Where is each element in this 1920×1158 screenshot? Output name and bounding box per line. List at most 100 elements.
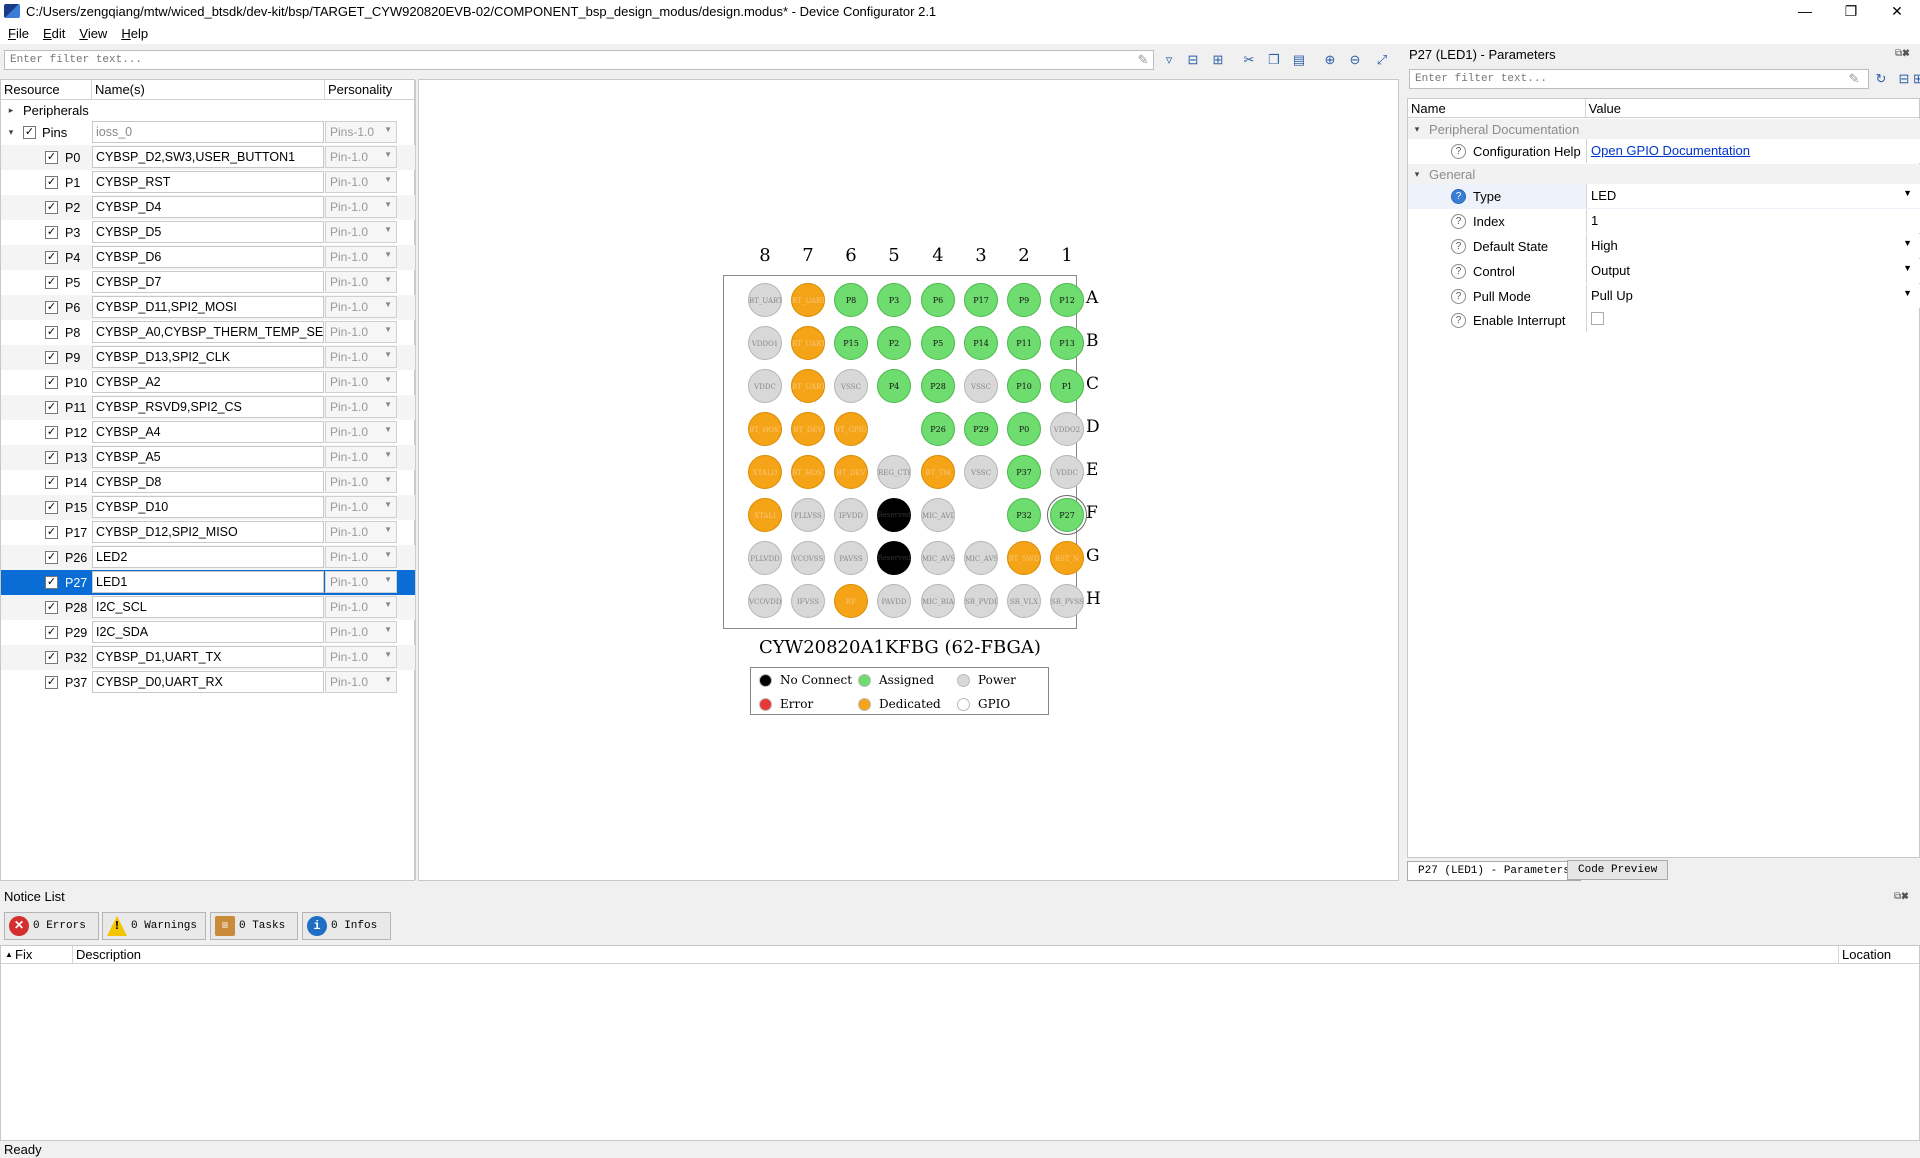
pin-name-field[interactable]: CYBSP_D11,SPI2_MOSI (92, 296, 324, 318)
pin-ball[interactable]: P17 (964, 283, 998, 317)
pin-checkbox[interactable]: ✓ (45, 376, 58, 389)
pin-row[interactable]: ✓ P15 CYBSP_D10 Pin-1.0 ▼ (1, 495, 415, 520)
pin-ball[interactable]: P4 (877, 369, 911, 403)
pin-checkbox[interactable]: ✓ (45, 201, 58, 214)
zoom-in-icon[interactable]: ⊕ (1321, 51, 1339, 69)
help-icon[interactable]: ? (1451, 289, 1466, 304)
pin-personality-select[interactable]: Pin-1.0 ▼ (325, 171, 397, 193)
pin-personality-select[interactable]: Pin-1.0 ▼ (325, 221, 397, 243)
pin-row[interactable]: ✓ P3 CYBSP_D5 Pin-1.0 ▼ (1, 220, 415, 245)
description-column-header[interactable]: Description (73, 946, 1839, 963)
resource-column-header[interactable]: Resource (1, 80, 92, 99)
pin-ball[interactable]: P0 (1007, 412, 1041, 446)
pin-name-field[interactable]: CYBSP_A2 (92, 371, 324, 393)
pin-ball[interactable]: VSSC (964, 369, 998, 403)
pin-row[interactable]: ✓ P11 CYBSP_RSVD9,SPI2_CS Pin-1.0 ▼ (1, 395, 415, 420)
pin-row[interactable]: ✓ P4 CYBSP_D6 Pin-1.0 ▼ (1, 245, 415, 270)
pin-checkbox[interactable]: ✓ (45, 651, 58, 664)
pin-name-field[interactable]: CYBSP_RSVD9,SPI2_CS (92, 396, 324, 418)
pin-personality-select[interactable]: Pin-1.0 ▼ (325, 321, 397, 343)
pin-name-field[interactable]: CYBSP_D5 (92, 221, 324, 243)
pins-name-field[interactable]: ioss_0 (92, 121, 324, 143)
pin-ball[interactable]: IFVSS (791, 584, 825, 618)
dropdown-arrow-icon[interactable]: ▼ (1903, 238, 1912, 248)
pin-personality-select[interactable]: Pin-1.0 ▼ (325, 371, 397, 393)
pin-ball[interactable]: XTALI (748, 498, 782, 532)
filter-icon[interactable]: ▿ (1160, 51, 1178, 69)
pin-ball[interactable]: P29 (964, 412, 998, 446)
notice-filter-button[interactable]: i0 Infos (302, 912, 391, 940)
pin-checkbox[interactable]: ✓ (45, 551, 58, 564)
collapse-arrow-icon[interactable]: ▾ (5, 127, 17, 138)
pin-name-field[interactable]: CYBSP_D10 (92, 496, 324, 518)
pin-personality-select[interactable]: Pin-1.0 ▼ (325, 246, 397, 268)
pin-row[interactable]: ✓ P2 CYBSP_D4 Pin-1.0 ▼ (1, 195, 415, 220)
pin-ball[interactable]: P27 (1047, 495, 1087, 535)
pin-row[interactable]: ✓ P5 CYBSP_D7 Pin-1.0 ▼ (1, 270, 415, 295)
collapse-all-icon[interactable]: ⊟ (1184, 51, 1202, 69)
pin-ball[interactable]: PLLVDD (748, 541, 782, 575)
pin-ball[interactable]: VDDC (748, 369, 782, 403)
pin-ball[interactable]: PAVSS (834, 541, 868, 575)
pin-personality-select[interactable]: Pin-1.0 ▼ (325, 596, 397, 618)
pin-ball[interactable]: XTALO (748, 455, 782, 489)
fix-column-header[interactable]: ▲ Fix (1, 946, 73, 963)
clear-filter-icon[interactable]: ✎ (1845, 70, 1863, 88)
pin-ball[interactable]: P13 (1050, 326, 1084, 360)
pin-personality-select[interactable]: Pin-1.0 ▼ (325, 446, 397, 468)
menu-file[interactable]: File (8, 26, 29, 41)
menu-edit[interactable]: Edit (43, 26, 65, 41)
tree-node-peripherals[interactable]: ▸ Peripherals (1, 100, 415, 121)
pin-row[interactable]: ✓ P8 CYBSP_A0,CYBSP_THERM_TEMP_SENSE Pin-1.… (1, 320, 415, 345)
param-value-field[interactable]: Output ▼ (1586, 259, 1920, 283)
pin-ball[interactable]: RST_N (1050, 541, 1084, 575)
pin-ball[interactable]: P15 (834, 326, 868, 360)
tab-parameters[interactable]: P27 (LED1) - Parameters (1407, 861, 1581, 881)
pin-checkbox[interactable]: ✓ (45, 426, 58, 439)
param-value-field[interactable]: Pull Up ▼ (1586, 284, 1920, 308)
pin-name-field[interactable]: CYBSP_D4 (92, 196, 324, 218)
expand-all-icon[interactable]: ⊞ (1209, 51, 1227, 69)
pin-ball[interactable]: MIC_AVSS (921, 541, 955, 575)
refresh-icon[interactable]: ↻ (1872, 70, 1890, 88)
dropdown-arrow-icon[interactable]: ▼ (1903, 188, 1912, 198)
pin-ball[interactable]: VCOVDD (748, 584, 782, 618)
collapse-all-icon[interactable]: ⊟ (1895, 70, 1913, 88)
panel-float-icon[interactable]: ⧉✖ (1894, 891, 1909, 902)
pin-row[interactable]: ✓ P6 CYBSP_D11,SPI2_MOSI Pin-1.0 ▼ (1, 295, 415, 320)
pin-ball[interactable]: BT_DEV (791, 412, 825, 446)
pin-ball[interactable]: P9 (1007, 283, 1041, 317)
pin-ball[interactable]: BT_UART (791, 283, 825, 317)
pin-row[interactable]: ✓ P27 LED1 Pin-1.0 ▼ (1, 570, 415, 595)
pin-ball[interactable]: SR_VLX (1007, 584, 1041, 618)
pin-ball[interactable]: BT_DEV (834, 455, 868, 489)
menu-view[interactable]: View (79, 26, 107, 41)
pin-ball[interactable]: VCOVSS (791, 541, 825, 575)
pin-name-field[interactable]: CYBSP_D2,SW3,USER_BUTTON1 (92, 146, 324, 168)
pin-checkbox[interactable]: ✓ (45, 501, 58, 514)
pin-row[interactable]: ✓ P37 CYBSP_D0,UART_RX Pin-1.0 ▼ (1, 670, 415, 695)
fit-to-window-icon[interactable]: ⤢ (1373, 51, 1391, 69)
help-icon[interactable]: ? (1451, 264, 1466, 279)
pin-row[interactable]: ✓ P32 CYBSP_D1,UART_TX Pin-1.0 ▼ (1, 645, 415, 670)
location-column-header[interactable]: Location (1839, 946, 1919, 963)
pin-ball[interactable]: BT_TM (921, 455, 955, 489)
resource-filter-input[interactable]: Enter filter text... (4, 50, 1154, 70)
name-column-header[interactable]: Name (1408, 99, 1586, 117)
enable-interrupt-checkbox[interactable] (1591, 312, 1604, 325)
zoom-out-icon[interactable]: ⊖ (1346, 51, 1364, 69)
pin-ball[interactable]: BT_GPIO (834, 412, 868, 446)
pin-checkbox[interactable]: ✓ (45, 601, 58, 614)
param-value-field[interactable]: LED ▼ (1586, 184, 1920, 208)
pin-name-field[interactable]: I2C_SCL (92, 596, 324, 618)
pin-ball[interactable]: P1 (1050, 369, 1084, 403)
personality-column-header[interactable]: Personality (325, 80, 397, 99)
pin-name-field[interactable]: CYBSP_D1,UART_TX (92, 646, 324, 668)
pin-personality-select[interactable]: Pin-1.0 ▼ (325, 521, 397, 543)
pin-ball[interactable]: BT_UART (791, 326, 825, 360)
pin-ball[interactable]: P11 (1007, 326, 1041, 360)
pins-checkbox[interactable]: ✓ (23, 126, 36, 139)
pin-personality-select[interactable]: Pin-1.0 ▼ (325, 396, 397, 418)
pin-personality-select[interactable]: Pin-1.0 ▼ (325, 671, 397, 693)
pin-ball[interactable]: P3 (877, 283, 911, 317)
